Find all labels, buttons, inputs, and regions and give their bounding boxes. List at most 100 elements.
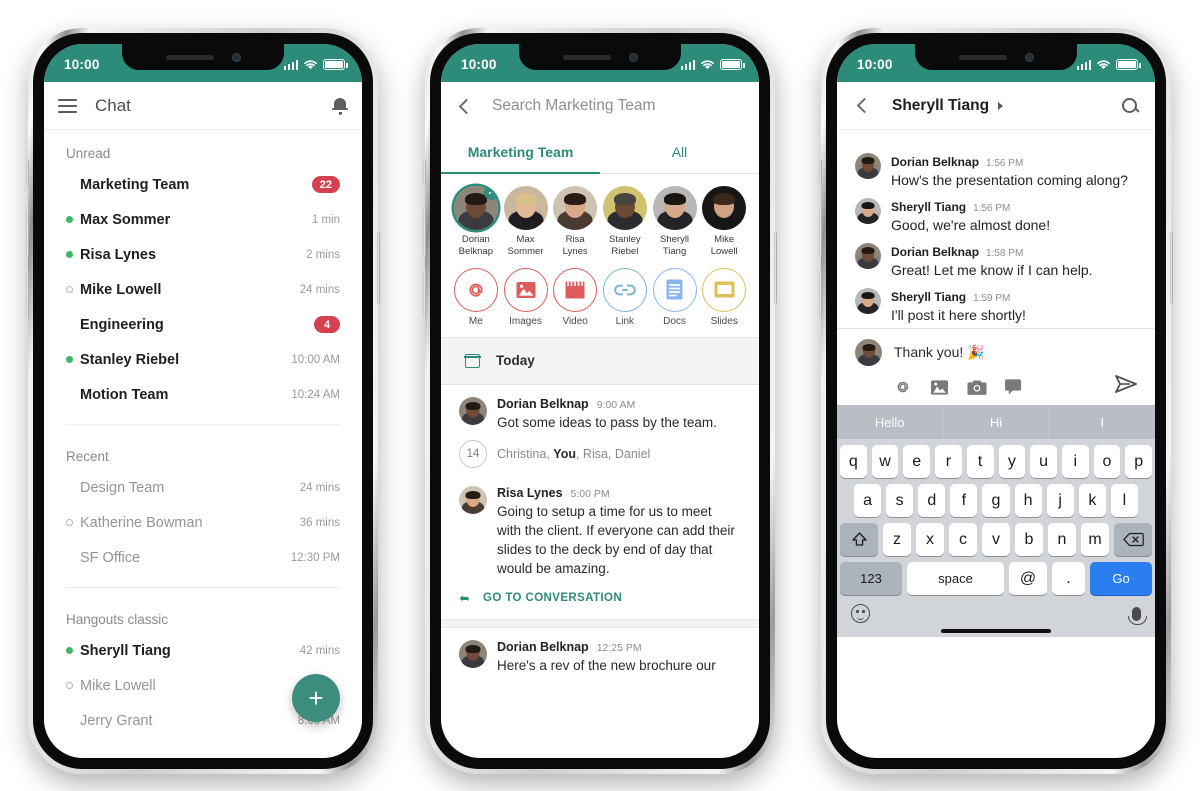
person-filter-stanley[interactable]: Stanley Riebel <box>600 186 650 258</box>
chat-list-item[interactable]: Sheryll Tiang 42 mins <box>44 633 362 668</box>
content-filter-me[interactable]: Me <box>451 267 501 327</box>
key-w[interactable]: w <box>871 445 899 478</box>
search-icon[interactable] <box>1122 98 1137 113</box>
person-filter-mike[interactable]: Mike Lowell <box>699 186 749 258</box>
content-filter-images[interactable]: Images <box>501 267 551 327</box>
mute-switch[interactable] <box>423 160 426 186</box>
chevron-left-icon[interactable] <box>856 97 873 114</box>
power-button[interactable] <box>1170 232 1173 304</box>
chat-list-item[interactable]: Design Team 24 mins <box>44 470 362 505</box>
prediction-i[interactable]: I <box>1050 405 1155 439</box>
backspace-icon[interactable] <box>1114 523 1152 556</box>
content-filter-slides[interactable]: Slides <box>699 267 749 327</box>
section-label-unread: Unread <box>66 146 111 161</box>
volume-down-button[interactable] <box>26 270 29 318</box>
key-y[interactable]: y <box>998 445 1026 478</box>
message-input[interactable]: Thank you! 🎉 <box>894 344 985 361</box>
camera-icon[interactable] <box>967 379 987 396</box>
chat-list-item[interactable]: Marketing Team 22 <box>44 167 362 202</box>
at-mention-icon[interactable] <box>894 378 912 396</box>
key-l[interactable]: l <box>1110 484 1138 517</box>
key-h[interactable]: h <box>1014 484 1042 517</box>
bell-icon[interactable] <box>332 97 348 115</box>
key-z[interactable]: z <box>883 523 911 556</box>
key-g[interactable]: g <box>982 484 1010 517</box>
shift-up-icon[interactable] <box>840 523 878 556</box>
key-o[interactable]: o <box>1093 445 1121 478</box>
chat-list-item[interactable]: Risa Lynes 2 mins <box>44 237 362 272</box>
tab-marketing-team[interactable]: Marketing Team <box>441 130 600 174</box>
key-q[interactable]: q <box>839 445 867 478</box>
home-indicator[interactable] <box>941 629 1051 633</box>
send-icon[interactable] <box>1115 375 1137 399</box>
person-filter-risa[interactable]: Risa Lynes <box>550 186 600 258</box>
search-result-message[interactable]: Risa Lynes 5:00 PM Going to setup a time f… <box>441 474 759 585</box>
chat-list-item[interactable]: Motion Team 10:24 AM <box>44 377 362 412</box>
person-filter-max[interactable]: Max Sommer <box>501 186 551 258</box>
key-f[interactable]: f <box>950 484 978 517</box>
content-filter-video[interactable]: Video <box>550 267 600 327</box>
key-x[interactable]: x <box>916 523 944 556</box>
key-c[interactable]: c <box>949 523 977 556</box>
mute-switch[interactable] <box>819 160 822 186</box>
chat-list-item[interactable]: Engineering 4 <box>44 307 362 342</box>
hamburger-menu-icon[interactable] <box>58 98 77 113</box>
key-t[interactable]: t <box>966 445 994 478</box>
chat-list-item[interactable]: Stanley Riebel 10:00 AM <box>44 342 362 377</box>
content-filter-docs[interactable]: Docs <box>650 267 700 327</box>
key-a[interactable]: a <box>854 484 882 517</box>
tab-all[interactable]: All <box>600 130 759 173</box>
volume-down-button[interactable] <box>819 270 822 318</box>
key-k[interactable]: k <box>1078 484 1106 517</box>
new-chat-fab[interactable]: + <box>292 674 340 722</box>
key-n[interactable]: n <box>1048 523 1076 556</box>
composer-input-row[interactable]: Thank you! 🎉 <box>855 339 1137 366</box>
group-participants-row[interactable]: 14 Christina, You, Risa, Daniel <box>441 438 759 474</box>
search-input[interactable]: Search Marketing Team <box>492 97 655 115</box>
prediction-hello[interactable]: Hello <box>837 405 944 439</box>
go-to-conversation-button[interactable]: ➦ GO TO CONVERSATION <box>441 585 759 619</box>
chat-list-item[interactable]: Katherine Bowman 36 mins <box>44 505 362 540</box>
period-key[interactable]: . <box>1052 562 1085 595</box>
prediction-hi[interactable]: Hi <box>943 405 1050 439</box>
search-result-message[interactable]: Dorian Belknap 9:00 AM Got some ideas to p… <box>441 385 759 438</box>
space-key[interactable]: space <box>907 562 1004 595</box>
at-key[interactable]: @ <box>1009 562 1047 595</box>
key-e[interactable]: e <box>903 445 931 478</box>
power-button[interactable] <box>377 232 380 304</box>
content-filter-link[interactable]: Link <box>600 267 650 327</box>
caret-right-icon[interactable] <box>998 101 1004 110</box>
key-r[interactable]: r <box>935 445 962 478</box>
person-filter-sheryll[interactable]: Sheryll Tiang <box>650 186 700 258</box>
volume-down-button[interactable] <box>423 270 426 318</box>
key-p[interactable]: p <box>1125 445 1153 478</box>
volume-up-button[interactable] <box>26 208 29 256</box>
search-results: Dorian Belknap 9:00 AM Got some ideas to p… <box>441 385 759 681</box>
key-s[interactable]: s <box>886 484 914 517</box>
chat-list-item[interactable]: SF Office 12:30 PM <box>44 540 362 575</box>
key-m[interactable]: m <box>1081 523 1109 556</box>
participant-names: Christina, You, Risa, Daniel <box>497 446 651 461</box>
power-button[interactable] <box>774 232 777 304</box>
chat-list-item[interactable]: Max Sommer 1 min <box>44 202 362 237</box>
image-icon[interactable] <box>930 379 949 396</box>
key-b[interactable]: b <box>1015 523 1043 556</box>
message-time: 5:00 PM <box>570 487 610 500</box>
microphone-icon[interactable] <box>1128 606 1147 625</box>
person-filter-dorian[interactable]: ✓ Dorian Belknap <box>451 186 501 258</box>
chat-list-item[interactable]: Mike Lowell 24 mins <box>44 272 362 307</box>
key-i[interactable]: i <box>1061 445 1089 478</box>
key-u[interactable]: u <box>1030 445 1057 478</box>
volume-up-button[interactable] <box>819 208 822 256</box>
volume-up-button[interactable] <box>423 208 426 256</box>
key-d[interactable]: d <box>918 484 946 517</box>
emoji-smiley-icon[interactable] <box>851 604 870 623</box>
key-v[interactable]: v <box>982 523 1010 556</box>
chevron-left-icon[interactable] <box>458 98 475 114</box>
go-key[interactable]: Go <box>1090 562 1152 595</box>
numeric-key[interactable]: 123 <box>840 562 902 595</box>
mute-switch[interactable] <box>26 160 29 186</box>
key-j[interactable]: j <box>1046 484 1074 517</box>
sticker-chat-icon[interactable] <box>1005 378 1023 396</box>
search-result-message[interactable]: Dorian Belknap 12:25 PM Here's a rev of th… <box>441 628 759 681</box>
